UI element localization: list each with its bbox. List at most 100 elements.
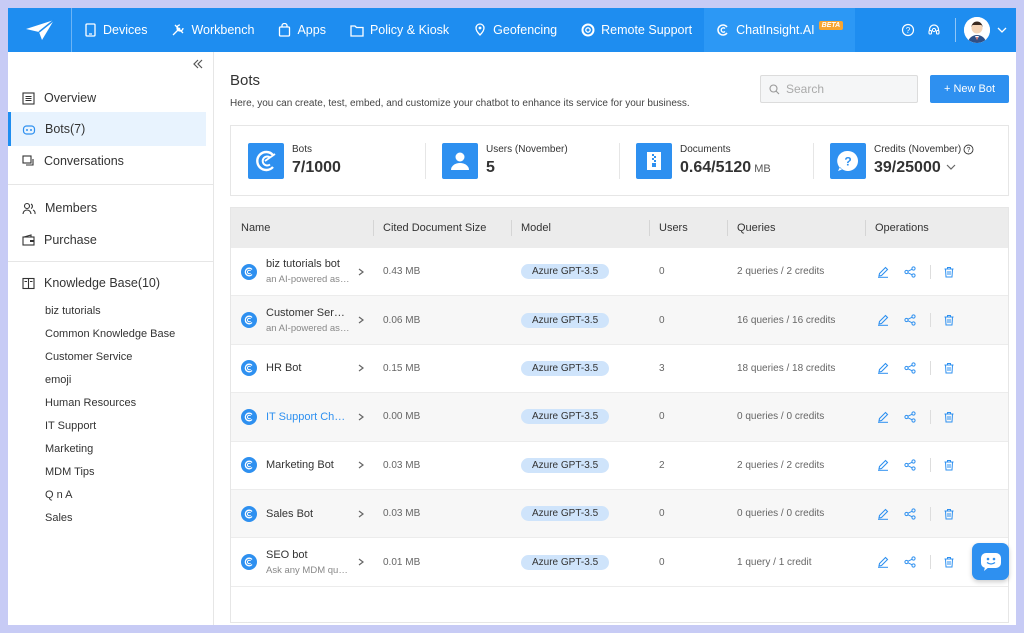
collapse-sidebar-icon[interactable]	[191, 58, 205, 70]
trash-icon[interactable]	[943, 411, 955, 423]
bot-name[interactable]: Sales Bot	[266, 508, 350, 520]
nav-remote-support-label: Remote Support	[601, 23, 693, 37]
bot-name[interactable]: SEO bot	[266, 549, 350, 561]
nav-policy-kiosk-label: Policy & Kiosk	[369, 23, 450, 37]
operations	[865, 296, 1008, 343]
bot-name[interactable]: Marketing Bot	[266, 459, 350, 471]
search-input[interactable]	[786, 82, 906, 96]
bot-name[interactable]: IT Support Chatbot	[266, 411, 350, 423]
table-row[interactable]: biz tutorials bot an AI-powered assistan…	[231, 248, 1008, 297]
table-row[interactable]: SEO bot Ask any MDM question 0.01 MB Azu…	[231, 538, 1008, 587]
edit-icon[interactable]	[877, 459, 889, 472]
top-navigation: Devices Workbench Apps Policy & Kiosk Ge…	[8, 8, 1016, 52]
kb-item[interactable]: emoji	[45, 374, 71, 386]
table-body: biz tutorials bot an AI-powered assistan…	[231, 248, 1008, 587]
kb-item[interactable]: biz tutorials	[45, 305, 101, 317]
kb-item[interactable]: Customer Service	[45, 351, 132, 363]
stat-value: 0.64/5120	[680, 159, 752, 176]
nav-geofencing[interactable]: Geofencing	[461, 8, 569, 52]
operations	[865, 490, 1008, 537]
name-cell: HR Bot	[231, 345, 373, 392]
trash-icon[interactable]	[943, 314, 955, 326]
trash-icon[interactable]	[943, 459, 955, 471]
help-button[interactable]: ?	[895, 23, 921, 37]
stat-label: Users (November)	[486, 144, 568, 155]
share-icon[interactable]	[904, 411, 916, 423]
nav-workbench[interactable]: Workbench	[159, 8, 266, 52]
operations	[865, 442, 1008, 489]
sidebar-item-overview[interactable]: Overview	[8, 81, 206, 115]
column-header: Name	[241, 222, 271, 234]
bot-description: Ask any MDM question	[266, 564, 350, 576]
trash-icon[interactable]	[943, 556, 955, 568]
table-row[interactable]: IT Support Chatbot 0.00 MB Azure GPT-3.5…	[231, 393, 1008, 442]
share-icon[interactable]	[904, 362, 916, 375]
trash-icon[interactable]	[943, 266, 955, 278]
app-logo[interactable]	[8, 8, 72, 52]
edit-icon[interactable]	[877, 362, 889, 375]
table-row[interactable]: Marketing Bot 0.03 MB Azure GPT-3.5 2 2 …	[231, 442, 1008, 490]
nav-devices[interactable]: Devices	[72, 8, 159, 52]
sidebar-item-bots[interactable]: Bots(7)	[8, 112, 206, 146]
chatinsight-icon	[717, 24, 728, 36]
chevron-right-icon[interactable]	[357, 509, 365, 519]
trash-icon[interactable]	[943, 362, 955, 374]
nav-chatinsight[interactable]: ChatInsight.AI BETA	[704, 8, 856, 52]
table-row[interactable]: Sales Bot 0.03 MB Azure GPT-3.5 0 0 quer…	[231, 489, 1008, 539]
operations	[865, 248, 1008, 295]
chevron-down-icon[interactable]	[994, 24, 1010, 36]
nav-policy-kiosk[interactable]: Policy & Kiosk	[338, 8, 461, 52]
kb-item[interactable]: Sales	[45, 512, 73, 524]
chevron-down-icon[interactable]	[945, 162, 957, 172]
share-icon[interactable]	[904, 508, 916, 520]
nav-workbench-label: Workbench	[191, 23, 255, 37]
edit-icon[interactable]	[877, 411, 889, 423]
column-header: Users	[649, 208, 727, 248]
bot-name[interactable]: Customer Service Bot	[266, 307, 350, 319]
chevron-right-icon[interactable]	[357, 460, 365, 470]
chevron-right-icon[interactable]	[357, 267, 365, 277]
edit-icon[interactable]	[877, 556, 889, 568]
sidebar-item-purchase[interactable]: Purchase	[8, 223, 206, 257]
edit-icon[interactable]	[877, 508, 889, 520]
sidebar-item-knowledge-base[interactable]: Knowledge Base(10)	[8, 266, 206, 300]
search-icon	[769, 83, 780, 94]
sidebar-item-members[interactable]: Members	[8, 191, 206, 225]
support-agent-button[interactable]	[921, 23, 947, 37]
user-avatar[interactable]	[964, 17, 990, 43]
bag-icon	[279, 23, 291, 37]
share-icon[interactable]	[904, 459, 916, 471]
new-bot-button[interactable]: + New Bot	[930, 75, 1009, 103]
nav-remote-support[interactable]: Remote Support	[569, 8, 704, 52]
stat-documents: Documents 0.64/5120 MB	[619, 139, 813, 183]
nav-apps[interactable]: Apps	[266, 8, 338, 52]
kb-item[interactable]: Marketing	[45, 443, 93, 455]
chevron-right-icon[interactable]	[357, 363, 365, 373]
share-icon[interactable]	[904, 556, 916, 568]
bot-avatar-icon	[241, 263, 257, 280]
table-row[interactable]: Customer Service Bot an AI-powered assis…	[231, 296, 1008, 345]
share-icon[interactable]	[904, 266, 916, 278]
users-count: 3	[659, 362, 665, 374]
sidebar-item-conversations[interactable]: Conversations	[8, 144, 206, 178]
kb-item[interactable]: Human Resources	[45, 397, 136, 409]
trash-icon[interactable]	[943, 508, 955, 520]
chat-support-button[interactable]	[972, 543, 1009, 580]
bot-name[interactable]: HR Bot	[266, 362, 350, 374]
search-box[interactable]	[760, 75, 918, 103]
table-row[interactable]: HR Bot 0.15 MB Azure GPT-3.5 3 18 querie…	[231, 345, 1008, 394]
chevron-right-icon[interactable]	[357, 412, 365, 422]
kb-item[interactable]: IT Support	[45, 420, 96, 432]
share-icon[interactable]	[904, 314, 916, 326]
stat-label: Documents	[680, 144, 731, 155]
chevron-right-icon[interactable]	[357, 315, 365, 325]
bot-name[interactable]: biz tutorials bot	[266, 258, 350, 270]
kb-item[interactable]: Common Knowledge Base	[45, 328, 175, 340]
edit-icon[interactable]	[877, 314, 889, 326]
info-icon[interactable]: ?	[963, 144, 974, 155]
chevron-right-icon[interactable]	[357, 557, 365, 567]
kb-item[interactable]: Q n A	[45, 489, 73, 501]
edit-icon[interactable]	[877, 266, 889, 278]
column-header: Cited Document Size	[373, 208, 511, 248]
kb-item[interactable]: MDM Tips	[45, 466, 95, 478]
